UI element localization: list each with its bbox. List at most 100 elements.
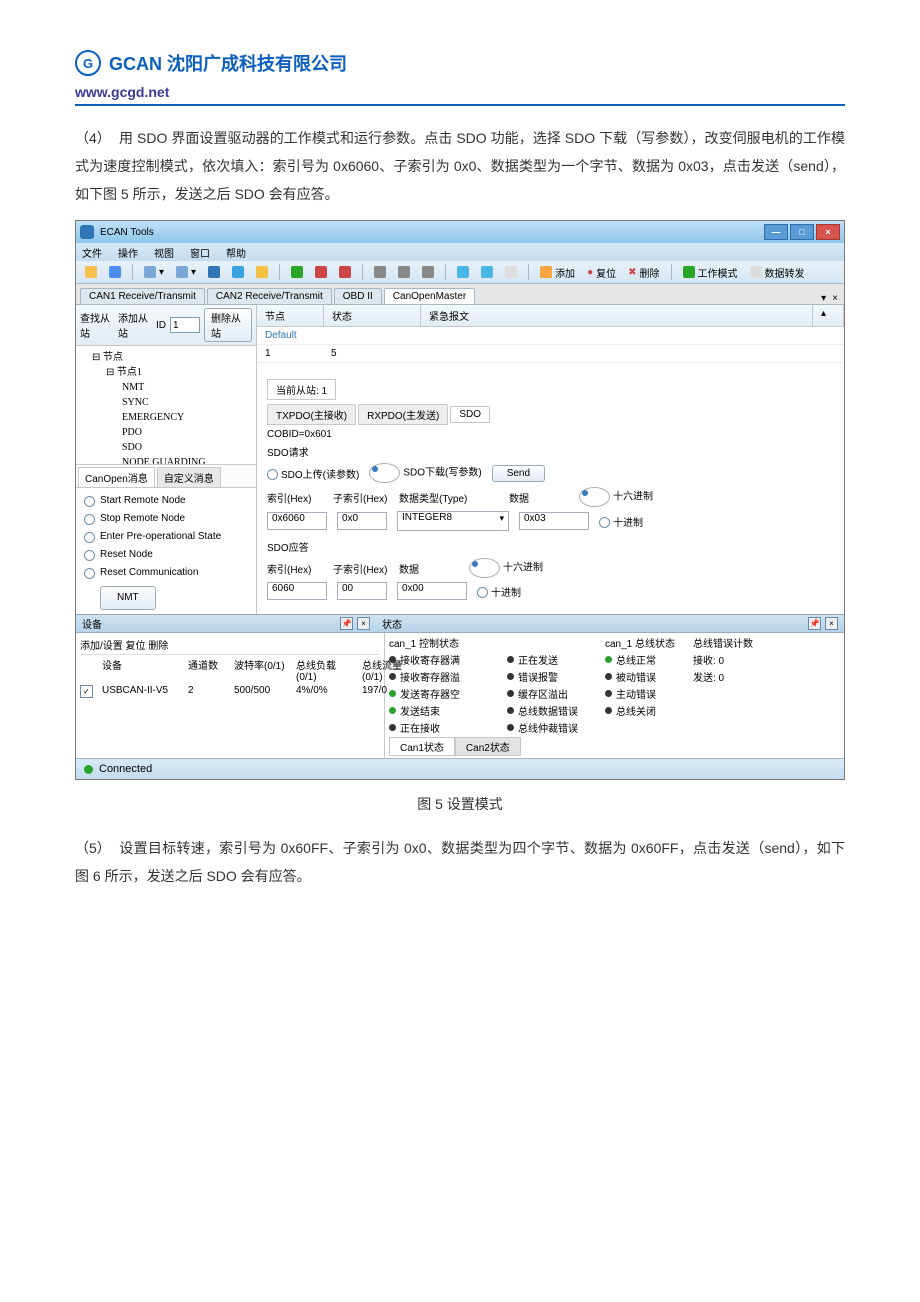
st-a3: 发送结束 — [389, 703, 499, 718]
toolbar-mode[interactable]: 工作模式 — [680, 265, 741, 280]
sdo-download-radio[interactable]: SDO下载(写参数) — [369, 463, 481, 483]
sdo-upload-radio[interactable]: SDO上传(读参数) — [267, 466, 359, 481]
tab-custom-msg[interactable]: 自定义消息 — [157, 467, 221, 487]
col-node: 节点 — [257, 305, 324, 326]
input-subindex[interactable]: 0x0 — [337, 512, 387, 530]
toolbar-trigger[interactable]: 数据转发 — [747, 265, 808, 280]
tb-pause-icon[interactable] — [205, 266, 223, 278]
input-index[interactable]: 0x6060 — [267, 512, 327, 530]
tb-clear-icon[interactable] — [253, 266, 271, 278]
col-status: 状态 — [324, 305, 421, 326]
tree-root[interactable]: ⊟ 节点 — [82, 350, 250, 365]
tab-txpdo[interactable]: TXPDO(主接收) — [267, 404, 356, 425]
pin-icon-2[interactable]: 📌 — [808, 617, 821, 630]
dev-h-ch: 通道数 — [188, 657, 228, 683]
sdo-resp-label: SDO应答 — [267, 539, 834, 554]
close-button[interactable]: × — [816, 224, 840, 240]
delete-slave-button[interactable]: 删除从站 — [204, 308, 252, 342]
tb-doc-icon[interactable] — [502, 266, 520, 278]
status-panel-title: 状态 — [382, 616, 402, 631]
op-reset-node[interactable]: Reset Node — [84, 546, 248, 564]
menu-file[interactable]: 文件 — [82, 245, 102, 260]
device-toolbar[interactable]: 添加/设置 复位 删除 — [80, 635, 380, 655]
tabs-dropdown-icon[interactable]: ▾ — [821, 293, 826, 304]
tree-sync[interactable]: SYNC — [82, 395, 250, 410]
nmt-button[interactable]: NMT — [100, 586, 156, 610]
toolbar-add[interactable]: 添加 — [537, 265, 578, 280]
id-label: ID — [156, 320, 166, 331]
st-a1: 接收寄存器溢 — [389, 669, 499, 684]
tb-undo-icon[interactable] — [478, 266, 496, 278]
maximize-button[interactable]: □ — [790, 224, 814, 240]
radix-hex-radio[interactable]: 十六进制 — [579, 487, 653, 507]
radix-dec-radio[interactable]: 十进制 — [599, 514, 643, 529]
tab-obd[interactable]: OBD II — [334, 288, 382, 304]
dev-ch: 2 — [188, 685, 228, 698]
select-type[interactable]: INTEGER8 — [397, 511, 509, 531]
tb-x-icon[interactable] — [336, 266, 354, 278]
tab-can2[interactable]: CAN2 Receive/Transmit — [207, 288, 332, 304]
tb-grid-icon[interactable]: ▾ — [141, 266, 167, 278]
op-preop[interactable]: Enter Pre-operational State — [84, 528, 248, 546]
tb-cfg-icon[interactable] — [454, 266, 472, 278]
tabs-close-icon[interactable]: × — [832, 293, 838, 304]
op-start-remote[interactable]: Start Remote Node — [84, 492, 248, 510]
menu-help[interactable]: 帮助 — [226, 245, 246, 260]
tb-user-icon[interactable] — [312, 266, 330, 278]
tb-play-icon[interactable] — [288, 266, 306, 278]
tab-canopen-msg[interactable]: CanOpen消息 — [78, 467, 155, 487]
resp-hex-radio[interactable]: 十六进制 — [469, 558, 543, 578]
tree-sdo[interactable]: SDO — [82, 440, 250, 455]
tb-cut-icon[interactable] — [371, 266, 389, 278]
tb-save-icon[interactable] — [106, 266, 124, 278]
grid-scroll-up[interactable]: ▴ — [813, 305, 844, 326]
node-grid-header: 节点 状态 紧急报文 ▴ — [257, 305, 844, 327]
stat-t3: 总线错误计数 — [693, 635, 763, 650]
grid-row-1[interactable]: 15 — [257, 345, 844, 363]
find-slave[interactable]: 查找从站 — [80, 310, 114, 340]
app-icon — [80, 225, 94, 239]
tab-sdo[interactable]: SDO — [450, 406, 490, 423]
tree-emergency[interactable]: EMERGENCY — [82, 410, 250, 425]
tab-canopen[interactable]: CanOpenMaster — [384, 288, 475, 304]
company-url: www.gcgd.net — [75, 84, 845, 100]
tree-nmt[interactable]: NMT — [82, 380, 250, 395]
device-checkbox[interactable]: ✓ — [80, 685, 93, 698]
tb-new-icon[interactable] — [82, 266, 100, 278]
can1-status-tab[interactable]: Can1状态 — [389, 737, 455, 756]
panel-close-icon[interactable]: × — [357, 617, 370, 630]
tree-node1[interactable]: ⊟ 节点1 — [82, 365, 250, 380]
tb-paste-icon[interactable] — [419, 266, 437, 278]
resp-dec-radio[interactable]: 十进制 — [477, 584, 521, 599]
st-b1: 错误报警 — [507, 669, 597, 684]
op-reset-comm[interactable]: Reset Communication — [84, 564, 248, 582]
toolbar-reset[interactable]: ●复位 — [584, 265, 619, 280]
minimize-button[interactable]: — — [764, 224, 788, 240]
can2-status-tab[interactable]: Can2状态 — [455, 737, 521, 756]
tb-grid2-icon[interactable]: ▾ — [173, 266, 199, 278]
pin-icon[interactable]: 📌 — [340, 617, 353, 630]
menu-view[interactable]: 视图 — [154, 245, 174, 260]
stat-tx: 发送: 0 — [693, 669, 763, 684]
tb-copy-icon[interactable] — [395, 266, 413, 278]
stat-rx: 接收: 0 — [693, 652, 763, 667]
tree-pdo[interactable]: PDO — [82, 425, 250, 440]
add-slave[interactable]: 添加从站 — [118, 310, 152, 340]
tab-rxpdo[interactable]: RXPDO(主发送) — [358, 404, 448, 425]
paragraph-5: （5）设置目标转速，索引号为 0x60FF、子索引为 0x0、数据类型为四个字节… — [75, 834, 845, 890]
input-data[interactable]: 0x03 — [519, 512, 589, 530]
tab-can1[interactable]: CAN1 Receive/Transmit — [80, 288, 205, 304]
panel-close-icon-2[interactable]: × — [825, 617, 838, 630]
logo-icon: G — [75, 50, 101, 76]
status-panelbar: 状态 📌 × — [376, 614, 844, 633]
menu-operate[interactable]: 操作 — [118, 245, 138, 260]
figure5-caption: 图 5 设置模式 — [75, 794, 845, 814]
op-stop-remote[interactable]: Stop Remote Node — [84, 510, 248, 528]
menu-window[interactable]: 窗口 — [190, 245, 210, 260]
send-button[interactable]: Send — [492, 465, 545, 482]
para5-number: （5） — [75, 834, 119, 862]
toolbar-delete[interactable]: ✖删除 — [625, 265, 662, 280]
slave-id-input[interactable] — [170, 317, 200, 333]
grid-row-default[interactable]: Default — [257, 327, 844, 345]
tb-refresh-icon[interactable] — [229, 266, 247, 278]
